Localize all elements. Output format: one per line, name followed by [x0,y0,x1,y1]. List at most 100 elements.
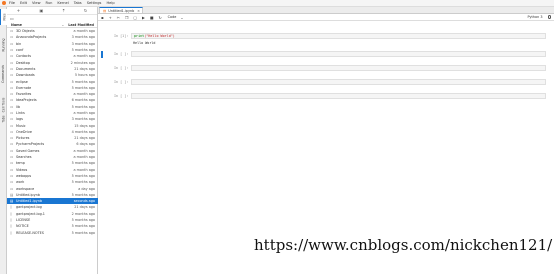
cell-prompt: In [1]: [114,34,129,38]
file-icon: ▯ [10,224,12,229]
file-modified: 5 months ago [71,173,95,178]
file-name: Links [16,111,25,115]
jupyter-logo-icon [2,1,6,5]
folder-icon: ▭ [10,117,14,122]
file-name: Evernote [16,85,32,90]
cell-prompt: In [ ]: [114,52,129,56]
file-name: Downloads [16,73,35,78]
add-icon[interactable]: + [17,8,20,13]
notebook-panel: ▤ Untitled1.ipynb × ▪ + ✂ ❐ ▢ ▶ ■ ↻ Code… [98,7,554,274]
copy-icon[interactable]: ❐ [125,15,128,20]
file-name: Searches [16,155,32,160]
file-name: lib [16,104,21,109]
file-name: Documents [16,66,36,71]
code-cell[interactable]: In [1]: print ("Hello World") Hello World [98,33,554,48]
file-icon: ▯ [10,230,12,235]
tab-commands[interactable]: Commands [0,59,7,89]
file-name: 3D Objects [16,29,35,34]
menu-run[interactable]: Run [46,1,53,5]
notebook-icon: ▤ [103,8,107,13]
file-modified: 4 months ago [71,129,95,134]
code-cell[interactable]: In [ ]: [98,93,554,101]
file-modified: a month ago [73,92,95,97]
menu-file[interactable]: File [9,1,15,5]
tab-tabs[interactable]: Tabs [0,113,7,125]
notebook-icon: ▤ [10,199,14,204]
folder-icon: ▭ [10,85,14,90]
cell-editor[interactable] [131,51,546,57]
file-modified: 5 months ago [71,104,95,109]
cell-editor[interactable]: print ("Hello World") [131,33,546,39]
cell-output: Hello World [133,41,156,45]
tab-running[interactable]: Running [0,33,7,57]
cell-prompt: In [ ]: [114,80,129,84]
file-modified: a month ago [73,148,95,153]
file-name: Desktop [16,60,30,65]
paste-icon[interactable]: ▢ [133,15,137,20]
code-cell[interactable]: In [ ]: [98,79,554,87]
code-cell[interactable]: In [ ]: [98,65,554,73]
menu-tabs[interactable]: Tabs [74,1,82,5]
menu-edit[interactable]: Edit [20,1,27,5]
file-modified: a day ago [78,186,95,191]
cell-editor[interactable] [131,93,546,99]
chevron-down-icon[interactable]: ⌄ [180,15,183,20]
file-icon: ▯ [10,218,12,223]
upload-icon[interactable]: ⤒ [63,8,65,13]
file-modified: 6 days ago [76,142,95,147]
cell-type-select[interactable]: Code [168,15,177,19]
file-modified: 21 days ago [74,136,95,141]
folder-icon: ▭ [10,123,14,128]
run-icon[interactable]: ▶ [142,15,145,20]
file-name: Saved Games [16,148,40,153]
menu-view[interactable]: View [32,1,41,5]
insert-cell-icon[interactable]: + [109,15,112,20]
close-icon[interactable]: × [137,9,140,13]
cut-icon[interactable]: ✂ [117,15,120,20]
folder-home-icon[interactable]: ▭ [10,16,14,21]
folder-icon: ▭ [10,155,14,160]
menu-kernel[interactable]: Kernel [57,1,68,5]
code-cell-active[interactable]: In [ ]: [98,51,554,59]
file-name: Videos [16,167,28,172]
stop-icon[interactable]: ■ [150,15,154,20]
folder-icon: ▭ [10,92,14,97]
folder-icon: ▭ [10,29,14,34]
file-name: Favorites [16,92,32,97]
document-tab-bar: ▤ Untitled1.ipynb × [98,7,554,14]
file-name: webapps [16,173,32,178]
file-list-item[interactable]: ▯ RELEASE-NOTES 5 months ago [7,230,98,236]
menu-settings[interactable]: Settings [87,1,102,5]
file-name: PycharmProjects [16,142,45,147]
column-name[interactable]: Name [11,23,62,27]
tab-files[interactable]: Files [0,9,7,25]
cell-editor[interactable] [131,65,546,71]
file-name: Untitled1.ipynb [16,199,43,204]
tab-title: Untitled1.ipynb [108,8,135,13]
file-name: work [16,180,25,185]
file-name: workspace [16,186,35,191]
new-folder-icon[interactable]: ▣ [39,8,43,13]
folder-icon: ▭ [10,129,14,134]
column-last-modified[interactable]: Last Modified [68,23,94,27]
menu-help[interactable]: Help [106,1,114,5]
cell-editor[interactable] [131,79,546,85]
file-modified: 5 months ago [71,161,95,166]
folder-icon: ▭ [10,60,14,65]
refresh-icon[interactable]: ↻ [84,8,87,13]
watermark-url: https://www.cnblogs.com/nickchen121/ [254,236,553,254]
file-modified: 15 days ago [74,123,95,128]
save-icon[interactable]: ▪ [101,15,104,20]
file-name: Music [16,123,26,128]
activity-bar: Files Running Commands Cell Tools Tabs [0,7,7,274]
file-modified: a month ago [73,155,95,160]
file-list: ▭ 3D Objects a month ago ▭ AnacondaProjects 3… [7,28,98,236]
tab-notebook[interactable]: ▤ Untitled1.ipynb × [99,7,143,13]
restart-icon[interactable]: ↻ [158,15,161,20]
file-modified: 5 months ago [71,218,95,223]
kernel-name[interactable]: Python 3 [528,15,543,19]
folder-icon: ▭ [10,79,14,84]
file-name: gantproject.log.1 [16,211,45,216]
file-name: eclipse [16,79,28,84]
file-modified: 5 months ago [71,79,95,84]
